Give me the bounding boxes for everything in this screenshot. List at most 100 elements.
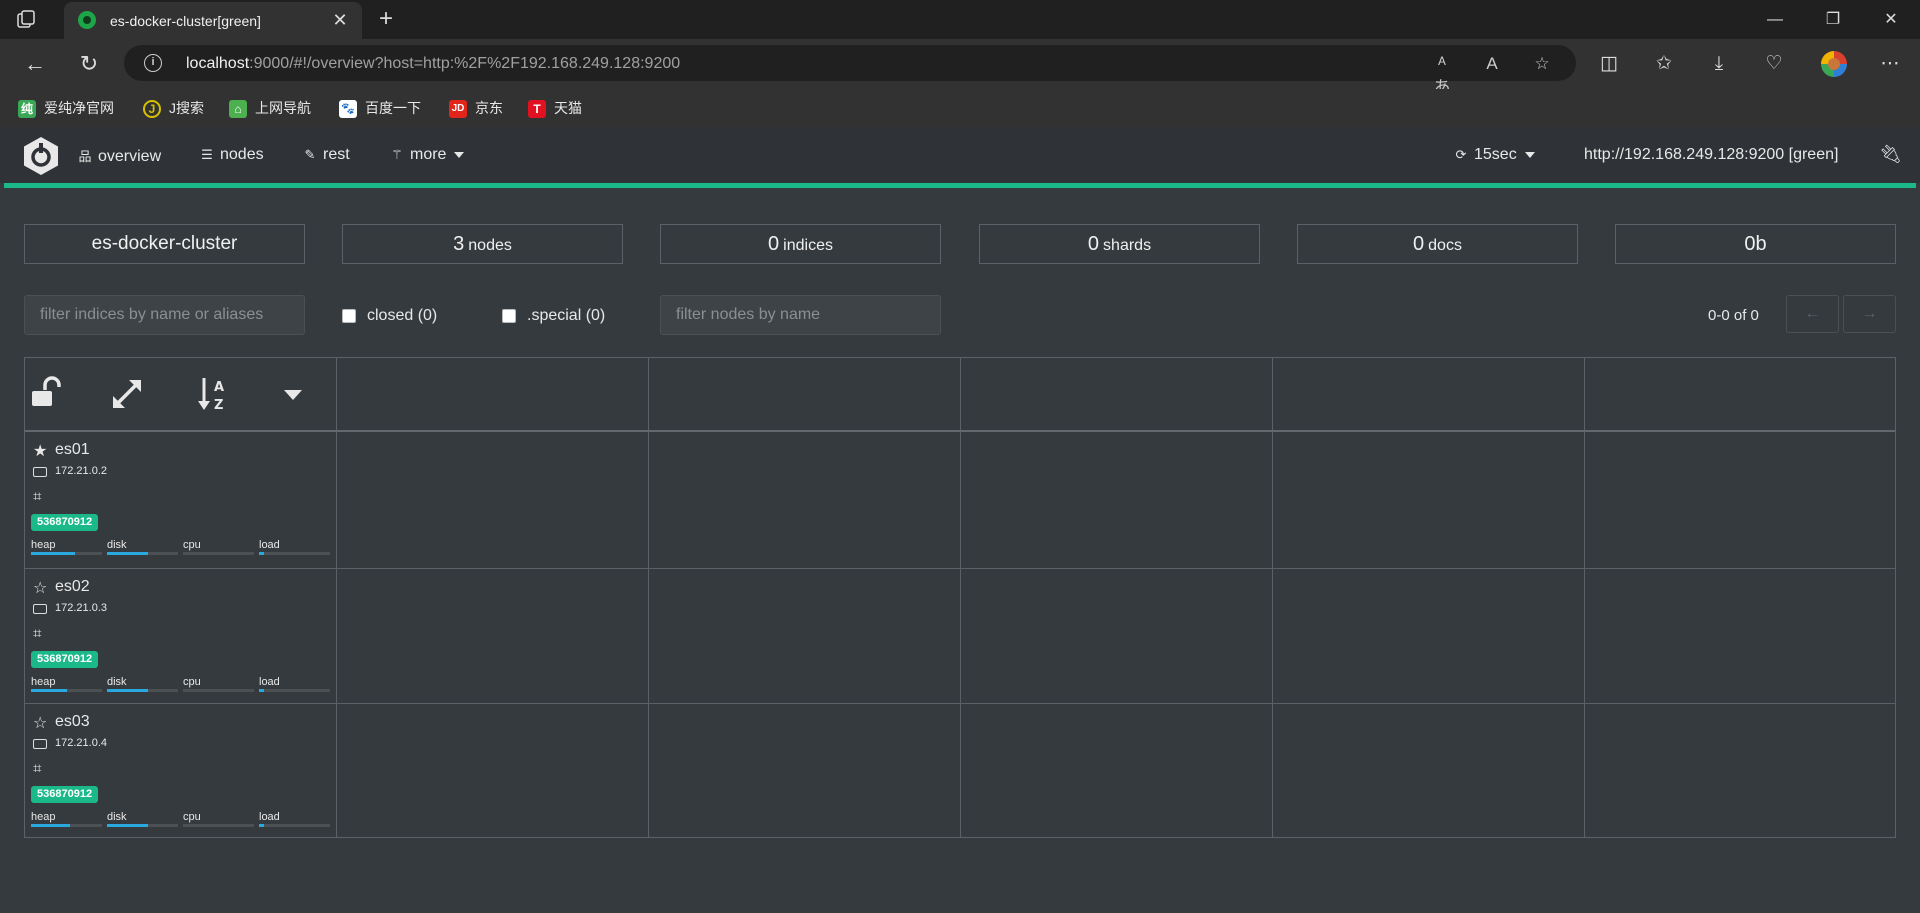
back-arrow-icon[interactable]: ←: [20, 50, 50, 80]
star-outline-icon: ☆: [33, 715, 48, 732]
tab-close-icon[interactable]: ✕: [328, 8, 352, 32]
node-name[interactable]: es03: [55, 713, 90, 731]
minimize-icon[interactable]: —: [1746, 0, 1804, 39]
browser-essentials-icon[interactable]: ♡: [1760, 50, 1788, 78]
downloads-icon[interactable]: ⤓: [1705, 50, 1733, 78]
split-screen-icon[interactable]: ◫: [1595, 50, 1623, 78]
caret-down-icon[interactable]: [275, 376, 311, 412]
nodes-count: 3: [453, 233, 465, 255]
indices-count: 0: [768, 233, 780, 255]
nav-more-dropdown[interactable]: ⚚ more: [389, 146, 465, 164]
nav-overview[interactable]: 品 overview: [77, 146, 161, 166]
disk-metric: disk: [107, 539, 178, 555]
node-name[interactable]: es01: [55, 441, 90, 459]
bookmark-item[interactable]: 🐾 百度一下: [339, 98, 421, 119]
indices-unit: indices: [783, 237, 833, 254]
bookmark-item[interactable]: T 天猫: [528, 98, 582, 119]
disconnect-plug-icon[interactable]: 🔌︎: [1879, 144, 1902, 165]
bookmark-label: 上网导航: [255, 100, 311, 116]
metric-label: heap: [31, 811, 56, 823]
bookmark-item[interactable]: 纯爱纯净官网: [18, 98, 114, 119]
cerebro-logo-icon[interactable]: [22, 136, 60, 176]
refresh-interval-label: 15sec: [1474, 146, 1517, 163]
node-id-badge: 536870912: [31, 651, 99, 668]
profile-avatar[interactable]: [1821, 51, 1847, 77]
url-text: localhost:9000/#!/overview?host=http:%2F…: [186, 55, 680, 73]
refresh-interval-dropdown[interactable]: ⟳ 15sec: [1453, 146, 1535, 164]
metric-fill: [259, 552, 264, 555]
server-icon: ☰: [201, 147, 213, 162]
metric-bar: [107, 552, 178, 555]
node-row: ☆ es03 172.21.0.4 ⌗ 536870912 heap disk …: [25, 704, 337, 839]
stat-docs: 0 docs: [1297, 224, 1578, 264]
window-close-icon[interactable]: ✕: [1862, 0, 1920, 39]
new-tab-icon[interactable]: +: [372, 6, 400, 34]
favorites-icon[interactable]: ✩: [1650, 50, 1678, 78]
metric-fill: [107, 689, 149, 692]
metric-label: load: [259, 811, 280, 823]
settings-more-icon[interactable]: ⋯: [1876, 50, 1904, 78]
sort-alpha-icon[interactable]: A Z: [195, 376, 231, 412]
nav-rest[interactable]: ✎ rest: [302, 146, 350, 164]
site-info-icon[interactable]: i: [144, 54, 162, 72]
metric-fill: [259, 689, 264, 692]
favorite-star-icon[interactable]: ☆: [1530, 52, 1554, 76]
crop-icon: ⌗: [33, 760, 42, 777]
url-host: localhost: [186, 55, 250, 72]
cerebro-app: 品 overview ☰ nodes ✎ rest ⚚ more ⟳ 15sec http…: [0, 127, 1920, 913]
reload-icon[interactable]: ↻: [74, 50, 104, 80]
tab-actions-icon[interactable]: [14, 8, 38, 32]
edit-icon: ✎: [304, 147, 316, 162]
metric-bar: [31, 689, 102, 692]
load-metric: load: [259, 811, 330, 827]
unlock-icon[interactable]: [29, 376, 65, 412]
bookmark-label: 京东: [475, 100, 503, 116]
metric-bar: [31, 824, 102, 827]
translate-icon[interactable]: ᴬあ: [1430, 52, 1454, 97]
bookmark-item[interactable]: ⌂ 上网导航: [229, 98, 311, 119]
expand-icon[interactable]: [109, 376, 145, 412]
stat-size: 0b: [1615, 224, 1896, 264]
metric-label: disk: [107, 539, 127, 551]
cpu-metric: cpu: [183, 539, 254, 555]
bookmark-item[interactable]: J J搜索: [143, 98, 204, 119]
crop-icon: ⌗: [33, 625, 42, 642]
hdd-icon: [33, 739, 47, 749]
url-input[interactable]: i localhost:9000/#!/overview?host=http:%…: [124, 45, 1576, 97]
metric-fill: [107, 552, 149, 555]
crop-icon: ⌗: [33, 488, 42, 505]
stat-cluster-name: es-docker-cluster: [24, 224, 305, 264]
nav-rest-label: rest: [323, 146, 350, 163]
filter-nodes-input[interactable]: filter nodes by name: [660, 295, 941, 335]
closed-checkbox[interactable]: [342, 309, 356, 323]
metric-label: heap: [31, 676, 56, 688]
disk-metric: disk: [107, 811, 178, 827]
metric-label: cpu: [183, 539, 201, 551]
active-tab[interactable]: es-docker-cluster[green] ✕: [64, 2, 362, 39]
stat-nodes: 3 nodes: [342, 224, 623, 264]
filter-indices-input[interactable]: filter indices by name or aliases: [24, 295, 305, 335]
node-ip: 172.21.0.3: [55, 602, 107, 614]
bookmark-icon: 🐾: [339, 100, 357, 119]
hdd-icon: [33, 604, 47, 614]
url-path: :9000/#!/overview?host=http:%2F%2F192.16…: [249, 55, 681, 72]
metric-fill: [31, 824, 71, 827]
app-navbar: 品 overview ☰ nodes ✎ rest ⚚ more ⟳ 15sec http…: [0, 127, 1920, 183]
cpu-metric: cpu: [183, 676, 254, 692]
refresh-icon: ⟳: [1455, 147, 1467, 162]
restore-icon[interactable]: ❐: [1804, 0, 1862, 39]
node-name[interactable]: es02: [55, 578, 90, 596]
read-aloud-icon[interactable]: A: [1480, 52, 1504, 76]
metric-bar: [259, 824, 330, 827]
bookmark-item[interactable]: JD 京东: [449, 98, 503, 119]
nav-nodes[interactable]: ☰ nodes: [199, 146, 263, 164]
prev-page-button[interactable]: ←: [1786, 295, 1839, 333]
cpu-metric: cpu: [183, 811, 254, 827]
node-row: ☆ es02 172.21.0.3 ⌗ 536870912 heap disk …: [25, 569, 337, 704]
special-checkbox[interactable]: [502, 309, 516, 323]
load-metric: load: [259, 539, 330, 555]
tab-title: es-docker-cluster[green]: [110, 13, 261, 29]
next-page-button[interactable]: →: [1843, 295, 1896, 333]
metric-label: load: [259, 676, 280, 688]
closed-label: closed (0): [367, 307, 438, 324]
